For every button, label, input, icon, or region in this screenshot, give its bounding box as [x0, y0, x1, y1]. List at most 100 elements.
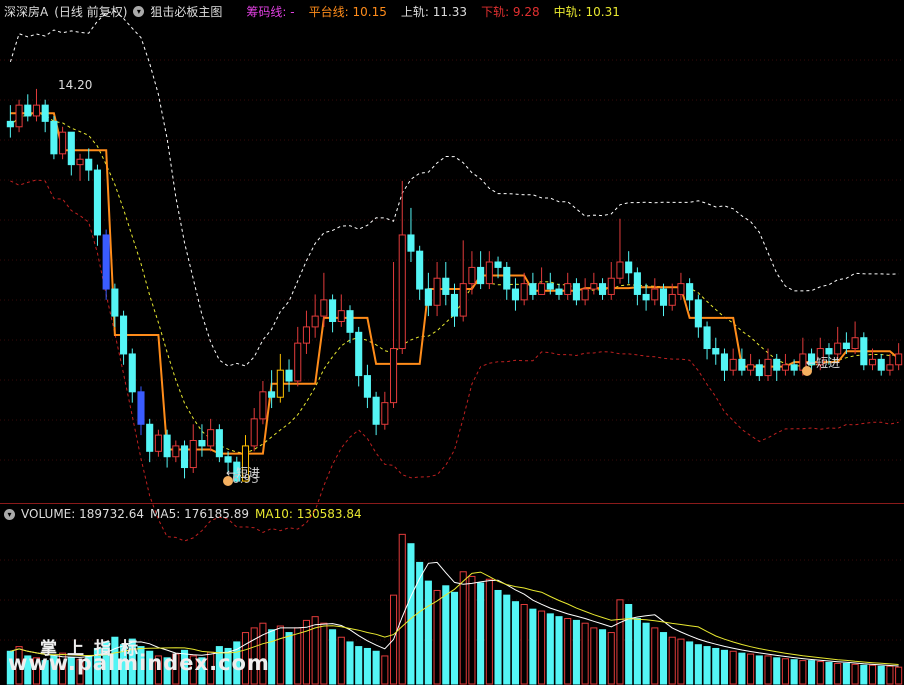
volume-bar [764, 655, 772, 685]
volume-bar [773, 657, 781, 685]
candle-body [329, 299, 337, 323]
candle-body [154, 434, 162, 452]
candle-body [503, 266, 511, 290]
candle-body [642, 293, 650, 301]
candle-body [607, 277, 615, 295]
candle-body [189, 440, 197, 469]
volume-bar [694, 644, 702, 685]
candle-body [755, 364, 763, 377]
volume-bar [329, 629, 337, 685]
candle-body [41, 104, 49, 122]
volume-bar [433, 589, 441, 685]
volume-bar [720, 649, 729, 685]
candle-body [442, 277, 450, 295]
volume-bar [372, 650, 380, 685]
candle-body [137, 391, 145, 425]
candle-body [651, 288, 659, 301]
signal-hand-icon-2 [802, 366, 812, 376]
candle-body [337, 310, 345, 323]
candle-body [694, 299, 702, 328]
candle-body [773, 358, 781, 371]
candle-body [834, 342, 842, 355]
candle-body [285, 369, 293, 382]
candle-body [860, 337, 868, 366]
volume-bar [555, 616, 563, 685]
volume-bar [642, 622, 650, 685]
candle-body [599, 283, 607, 295]
volume-bar [529, 608, 537, 685]
candle-body [659, 288, 668, 306]
candle-body [407, 234, 415, 252]
volume-bar [799, 660, 807, 685]
candle-body [85, 158, 93, 171]
volume-bar [572, 619, 580, 685]
candle-body [511, 288, 520, 301]
candle-body [93, 169, 101, 236]
candle-body [320, 299, 328, 317]
candle-body [590, 283, 598, 290]
candle-body [355, 331, 363, 377]
candle-body [224, 456, 232, 463]
volume-bar [790, 659, 798, 685]
volume-bar [895, 666, 903, 685]
volume-bar [590, 627, 598, 685]
volume-bar [503, 594, 511, 685]
volume-bar [294, 627, 302, 685]
candle-body [128, 353, 136, 393]
volume-bar [703, 646, 711, 685]
candle-body [459, 283, 467, 317]
candle-body [529, 283, 537, 295]
candle-body [581, 288, 589, 301]
candle-body [180, 445, 189, 469]
candle-body [250, 418, 258, 447]
volume-bar [677, 638, 685, 685]
candle-body [790, 364, 798, 371]
candle-body [163, 434, 171, 458]
candle-body [668, 293, 676, 306]
candle-body [259, 391, 267, 420]
candle-body [398, 234, 406, 350]
volume-bar [285, 632, 293, 685]
candle-body [712, 348, 720, 355]
volume-bar [816, 661, 824, 685]
price-volume-chart[interactable] [0, 0, 904, 685]
candle-body [477, 266, 485, 285]
volume-bar [511, 601, 520, 685]
candle-body [59, 131, 67, 155]
candle-body [172, 445, 180, 458]
volume-bar [729, 650, 737, 685]
candle-body [294, 342, 302, 382]
candle-body [381, 402, 389, 425]
candle-body [346, 310, 354, 333]
volume-bar [381, 655, 389, 685]
volume-bar [625, 604, 633, 685]
candle-body [363, 375, 371, 398]
volume-bar [485, 578, 493, 685]
candle-body [555, 288, 563, 295]
volume-bar [337, 636, 345, 685]
candle-body [485, 261, 493, 285]
candle-body [868, 358, 877, 366]
volume-bar [320, 622, 328, 685]
volume-bar [581, 622, 589, 685]
candle-body [102, 234, 110, 290]
candle-body [268, 391, 276, 398]
candle-body [572, 283, 580, 301]
volume-bar [738, 652, 746, 685]
volume-bar [686, 641, 694, 685]
candle-body [198, 440, 206, 447]
volume-bar [468, 575, 476, 685]
candle-body [538, 283, 546, 295]
candle-body [677, 283, 685, 295]
candle-body [276, 369, 284, 398]
candle-body [494, 261, 502, 268]
volume-bar [712, 647, 720, 685]
volume-bar [868, 664, 877, 685]
candle-body [111, 288, 119, 317]
high-price-label: 14.20 [58, 78, 93, 92]
candle-body [76, 158, 84, 166]
candle-body [895, 353, 903, 366]
volume-bar [842, 662, 850, 685]
volume-bar [416, 561, 424, 685]
volume-bar [363, 647, 371, 685]
